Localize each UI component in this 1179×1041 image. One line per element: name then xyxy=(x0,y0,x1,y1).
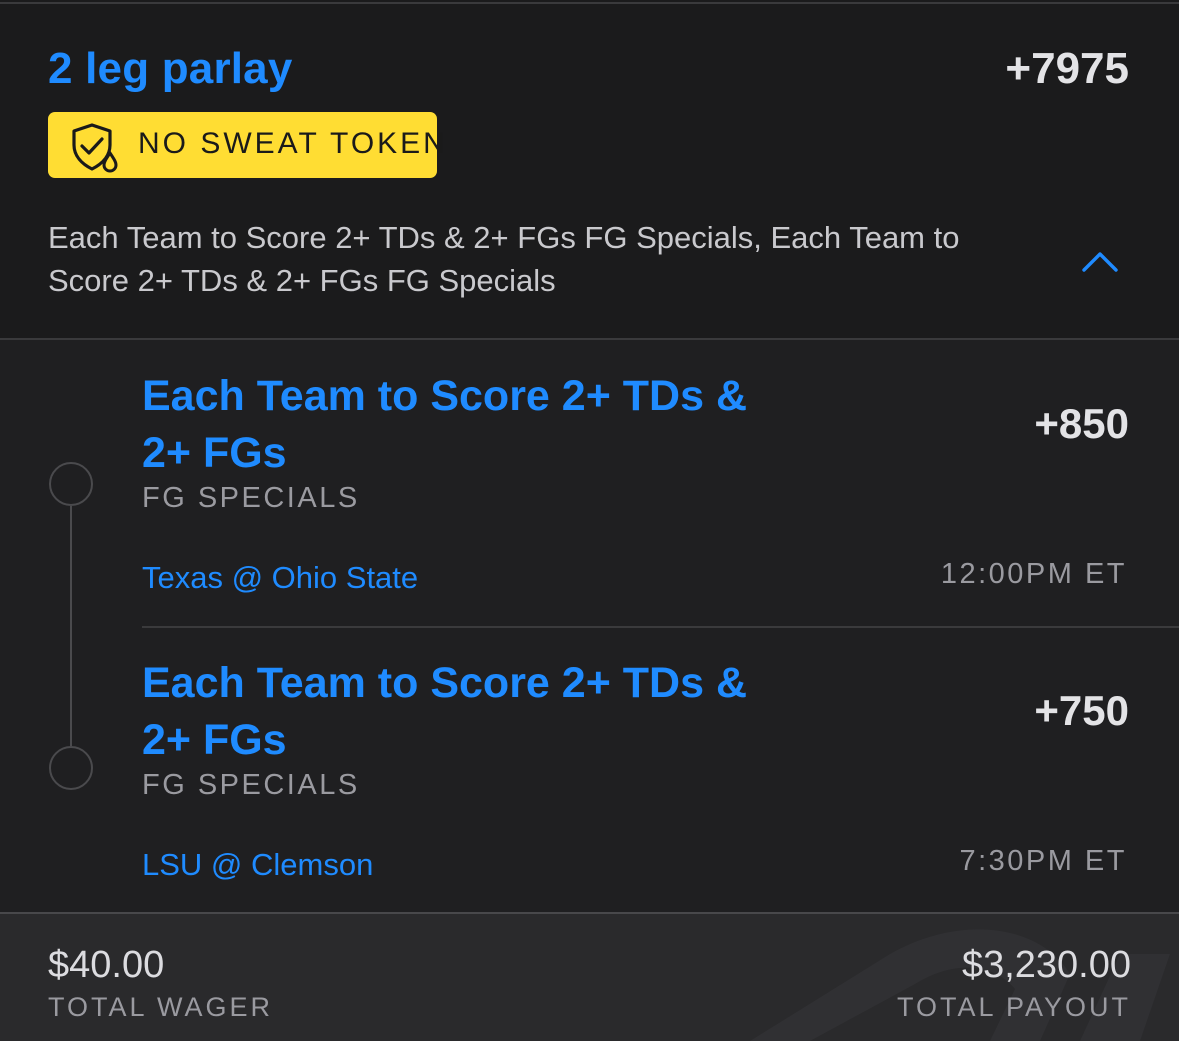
legs-list: Each Team to Score 2+ TDs & 2+ FGs FG SP… xyxy=(0,340,1179,912)
leg-market: FG SPECIALS xyxy=(142,769,360,801)
leg-event-link[interactable]: LSU @ Clemson xyxy=(142,847,373,883)
leg-selection-name: Each Team to Score 2+ TDs & 2+ FGs xyxy=(142,659,748,764)
leg-odds: +850 xyxy=(1034,400,1129,447)
leg-item[interactable]: Each Team to Score 2+ TDs & 2+ FGs FG SP… xyxy=(0,340,1179,628)
parlay-description: Each Team to Score 2+ TDs & 2+ FGs FG Sp… xyxy=(48,220,960,298)
total-wager-amount: $40.00 xyxy=(48,944,165,986)
parlay-header[interactable]: 2 leg parlay +7975 NO SWEAT TOKEN Each T… xyxy=(0,4,1179,338)
total-payout-label: TOTAL PAYOUT xyxy=(896,992,1131,1022)
total-wager-label: TOTAL WAGER xyxy=(48,992,274,1022)
parlay-odds: +7975 xyxy=(1005,44,1129,93)
leg-start-time: 7:30PM ET xyxy=(959,845,1127,877)
leg-selection-name: Each Team to Score 2+ TDs & 2+ FGs xyxy=(142,372,748,477)
no-sweat-token-badge: NO SWEAT TOKEN xyxy=(48,112,445,178)
parlay-title: 2 leg parlay xyxy=(48,44,293,93)
leg-event-link[interactable]: Texas @ Ohio State xyxy=(142,560,418,596)
leg-odds: +750 xyxy=(1034,687,1129,734)
chevron-up-icon[interactable] xyxy=(1072,242,1128,282)
leg-start-time: 12:00PM ET xyxy=(940,558,1127,590)
shield-check-drop-icon xyxy=(72,123,118,173)
bet-summary-footer: $40.00 TOTAL WAGER $3,230.00 TOTAL PAYOU… xyxy=(0,914,1179,1041)
leg-item[interactable]: Each Team to Score 2+ TDs & 2+ FGs FG SP… xyxy=(0,627,1179,912)
token-label: NO SWEAT TOKEN xyxy=(138,127,448,160)
leg-market: FG SPECIALS xyxy=(142,482,360,514)
total-payout-amount: $3,230.00 xyxy=(961,944,1131,986)
